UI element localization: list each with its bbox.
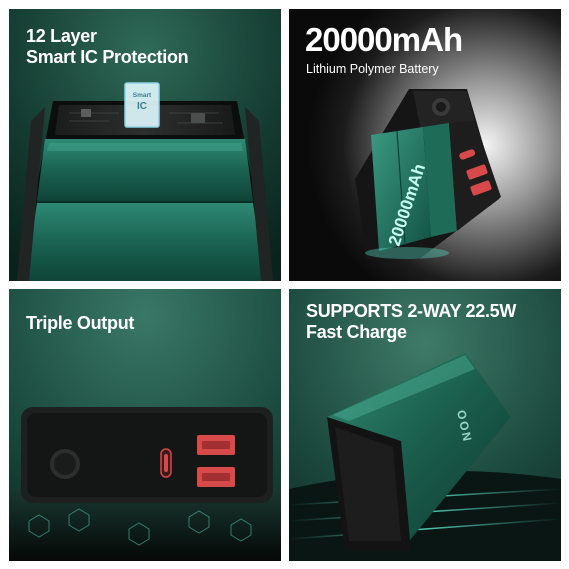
panel-heading: 12 Layer Smart IC Protection xyxy=(26,26,189,67)
heading-line-1: SUPPORTS 2-WAY 22.5W xyxy=(306,301,517,321)
panel-smart-ic-protection: Smart IC 12 Layer Smart IC Protection xyxy=(9,9,281,281)
capacity-subheading: Lithium Polymer Battery xyxy=(306,62,439,76)
capacity-heading: 20000mAh xyxy=(305,21,463,58)
panel-triple-output: Triple Output xyxy=(9,289,281,561)
chip-label-line2: IC xyxy=(137,101,147,112)
panel-heading: SUPPORTS 2-WAY 22.5W Fast Charge xyxy=(306,301,516,342)
panel-battery-capacity: 20000mAh 20000mAh Lithium Polymer Batter… xyxy=(289,9,561,281)
panel-fast-charge: OON SUPPORTS 2-WAY 22.5W Fast Charge xyxy=(289,289,561,561)
output-heading: Triple Output xyxy=(26,313,135,333)
heading-line-1: 12 Layer xyxy=(26,26,97,46)
chip-label-line1: Smart xyxy=(133,92,152,99)
product-image-grid: Smart IC 12 Layer Smart IC Protection 20… xyxy=(0,0,569,569)
heading-line-2: Smart IC Protection xyxy=(26,46,189,67)
heading-line-2: Fast Charge xyxy=(306,321,407,342)
